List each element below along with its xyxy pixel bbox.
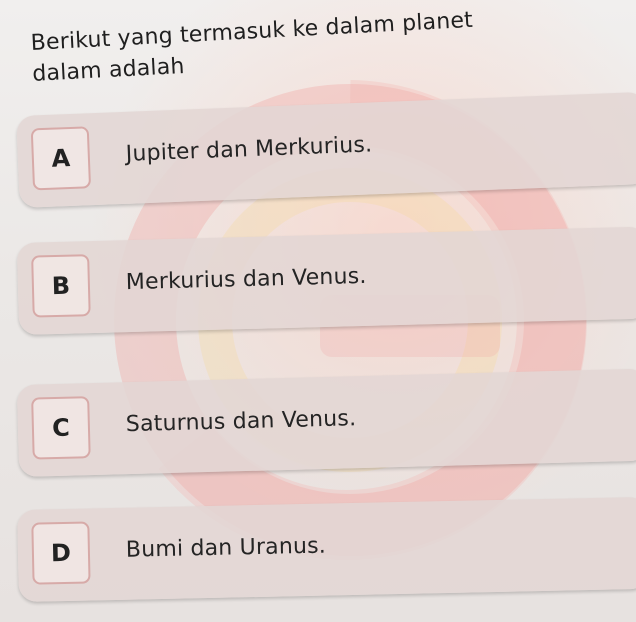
option-d-text: Bumi dan Uranus. bbox=[125, 533, 327, 563]
question-text: Berikut yang termasuk ke dalam planet da… bbox=[30, 0, 573, 90]
option-a-text: Jupiter dan Merkurius. bbox=[125, 132, 373, 167]
option-b-text: Merkurius dan Venus. bbox=[125, 263, 367, 296]
option-c-text: Saturnus dan Venus. bbox=[125, 406, 357, 438]
option-a[interactable]: A Jupiter dan Merkurius. bbox=[16, 91, 636, 208]
option-c-letter: C bbox=[31, 396, 91, 460]
quiz-screen: Berikut yang termasuk ke dalam planet da… bbox=[0, 0, 636, 622]
option-d-letter: D bbox=[31, 521, 91, 585]
option-c[interactable]: C Saturnus dan Venus. bbox=[16, 368, 636, 477]
option-b-letter: B bbox=[31, 254, 91, 318]
option-b[interactable]: B Merkurius dan Venus. bbox=[16, 226, 636, 335]
option-d[interactable]: D Bumi dan Uranus. bbox=[17, 496, 636, 602]
option-a-letter: A bbox=[30, 126, 92, 191]
